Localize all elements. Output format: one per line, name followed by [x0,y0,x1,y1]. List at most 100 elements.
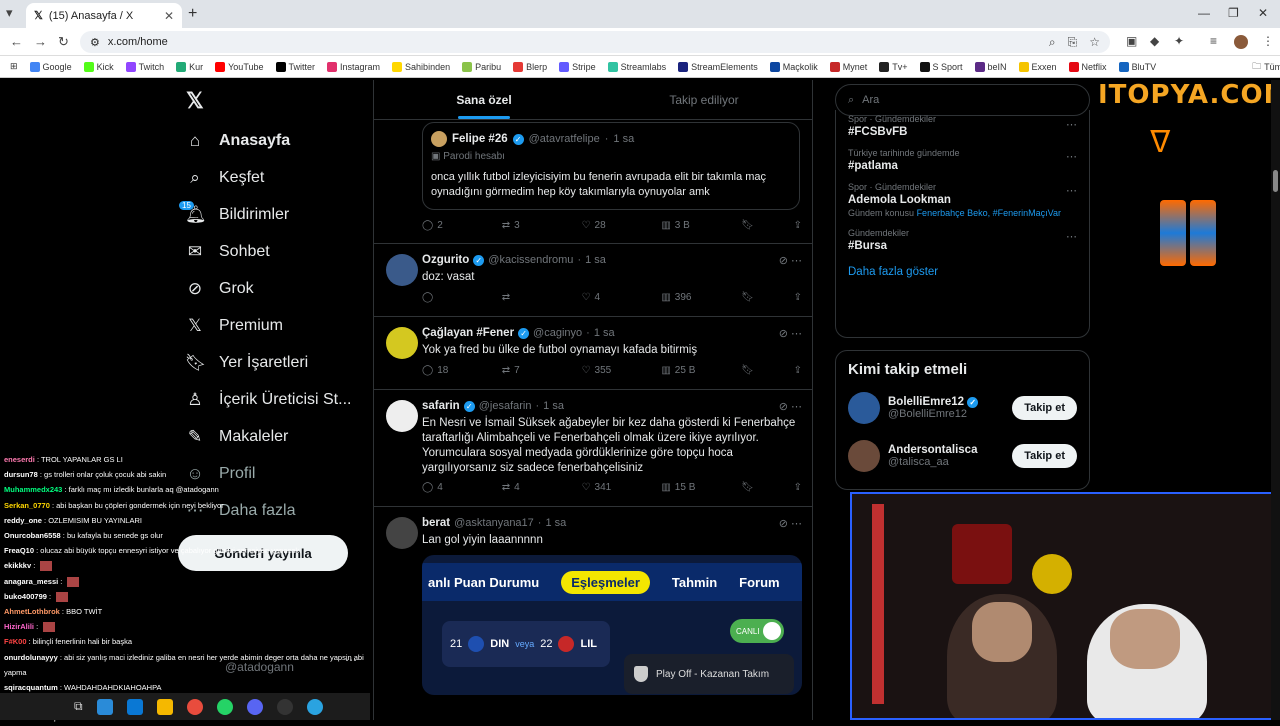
reply-button[interactable]: ◯ 18 [422,365,462,376]
app-icon[interactable] [306,698,323,715]
star-icon[interactable]: ☆ [1089,35,1100,50]
bookmark-item[interactable]: Twitter [275,61,315,72]
bookmark-icon[interactable]: 🔖︎ [741,365,754,376]
profile-avatar[interactable] [1234,35,1248,49]
bookmark-item[interactable]: Kick [83,61,114,72]
scrollbar[interactable] [1271,80,1280,720]
nav-premium[interactable]: 𝕏 Premium [185,307,365,344]
repost-button[interactable]: ⇄ 3 [502,220,542,231]
explorer-icon[interactable] [156,698,173,715]
tweet[interactable]: Ozgurito ✓ @kacissendromu · 1 sa ⊘ ⋯ doz: va… [374,244,812,317]
tweet[interactable]: safarin ✓ @jesafarin · 1 sa ⊘ ⋯ En Nesri ve … [374,390,812,507]
like-button[interactable]: ♡ 4 [582,292,622,303]
extension-icon[interactable]: ▣ [1126,34,1137,48]
bookmark-item[interactable]: Kur [176,61,203,72]
bookmark-item[interactable]: BluTV [1118,61,1156,72]
share-icon[interactable]: ⇪ [794,482,802,493]
nav-grok[interactable]: ⊘ Grok [185,270,365,307]
reply-button[interactable]: ◯ 4 [422,482,462,493]
obs-icon[interactable] [276,698,293,715]
bookmark-item[interactable]: Google [29,61,72,72]
tab-search-icon[interactable]: ▾ [6,5,13,21]
nav-creator-studio[interactable]: ♙ İçerik Üreticisi St... [185,381,365,418]
more-icon[interactable]: ⊘ ⋯ [779,327,802,340]
apps-grid-icon[interactable]: ⊞ [10,61,18,72]
minimize-icon[interactable]: — [1198,6,1210,20]
forward-icon[interactable]: → [34,34,47,49]
bookmark-item[interactable]: Mynet [829,61,867,72]
views-button[interactable]: ▥ 25 B [661,365,701,376]
like-button[interactable]: ♡ 28 [582,220,622,231]
trend-item[interactable]: Türkiye tarihinde gündemde #patlama ⋯ [836,142,1089,176]
x-logo-icon[interactable]: 𝕏 [186,88,204,114]
copilot-icon[interactable] [96,698,113,715]
bookmark-icon[interactable]: 🔖︎ [741,292,754,303]
omnibox[interactable]: ⚙ x.com/home ⌕ ⎘ ☆ [80,31,1110,53]
bookmark-item[interactable]: Paribu [462,61,501,72]
chrome-icon[interactable] [186,698,203,715]
bookmark-item[interactable]: Tv+ [879,61,908,72]
like-button[interactable]: ♡ 341 [582,482,622,493]
bookmark-item[interactable]: Exxen [1018,61,1057,72]
tab-following[interactable]: Takip ediliyor [594,80,812,119]
follow-suggestion[interactable]: Andersontalisca @talisca_aa Takip et [836,432,1089,480]
share-icon[interactable]: ⇪ [794,292,802,303]
browser-tab[interactable]: 𝕏 (15) Anasayfa / X ✕ [26,3,182,28]
edge-icon[interactable] [126,698,143,715]
reading-list-icon[interactable]: ≡ [1210,34,1217,48]
bookmark-item[interactable]: StreamElements [678,61,758,72]
install-icon[interactable]: ⎘ [1068,35,1078,50]
nav-chat[interactable]: ✉ Sohbet [185,233,365,270]
extensions-puzzle-icon[interactable]: ✦ [1174,34,1184,48]
close-tab-icon[interactable]: ✕ [164,9,174,23]
bookmark-item[interactable]: YouTube [215,61,264,72]
bookmark-item[interactable]: Twitch [125,61,164,72]
extension2-icon[interactable]: ◆ [1150,34,1159,48]
bookmark-item[interactable]: Instagram [327,61,380,72]
repost-button[interactable]: ⇄ 4 [502,482,542,493]
views-button[interactable]: ▥ 15 B [661,482,701,493]
trend-item[interactable]: Spor · Gündemdekiler Ademola Lookman Gün… [836,176,1089,222]
bookmark-item[interactable]: Netflix [1068,61,1107,72]
nav-articles[interactable]: ✎ Makaleler [185,418,365,455]
bookmark-icon[interactable]: 🔖︎ [741,220,754,231]
taskview-icon[interactable]: ⧉ [74,699,83,714]
back-icon[interactable]: ← [10,34,23,49]
maximize-icon[interactable]: ❐ [1228,6,1239,20]
tweet[interactable]: Çağlayan #Fener ✓ @caginyo · 1 sa ⊘ ⋯ Yok ya… [374,317,812,390]
share-icon[interactable]: ⇪ [794,365,802,376]
reload-icon[interactable]: ↻ [58,34,69,50]
reply-button[interactable]: ◯ [422,292,462,303]
bookmark-item[interactable]: S Sport [919,61,963,72]
repost-button[interactable]: ⇄ 7 [502,365,542,376]
bookmark-item[interactable]: Blerp [513,61,547,72]
follow-suggestion[interactable]: BolelliEmre12 ✓ @BolelliEmre12 Takip et [836,384,1089,432]
menu-icon[interactable]: ⋮ [1262,34,1274,48]
repost-button[interactable]: ⇄ [502,292,542,303]
like-button[interactable]: ♡ 355 [582,365,622,376]
site-info-icon[interactable]: ⚙ [90,36,100,49]
follow-button[interactable]: Takip et [1012,396,1077,420]
bookmark-icon[interactable]: 🔖︎ [741,482,754,493]
tab-for-you[interactable]: Sana özel [374,80,594,119]
zoom-icon[interactable]: ⌕ [1049,35,1056,50]
share-icon[interactable]: ⇪ [794,220,802,231]
quoted-tweet[interactable]: Felipe #26 ✓ @atavratfelipe · 1 sa ▣ Par… [422,122,800,210]
nav-home[interactable]: ⌂ Anasayfa [185,122,365,159]
follow-button[interactable]: Takip et [1012,444,1077,468]
trend-item[interactable]: Gündemdekiler #Bursa ⋯ [836,222,1089,256]
more-icon[interactable]: ⊘ ⋯ [779,400,802,413]
nav-notifications[interactable]: 🔔︎ 15 Bildirimler [179,196,365,233]
nav-bookmarks[interactable]: 🔖︎ Yer İşaretleri [185,344,365,381]
trend-item[interactable]: Spor · Gündemdekiler #FCSBvFB ⋯ [836,110,1089,142]
close-window-icon[interactable]: ✕ [1258,6,1268,20]
show-more-link[interactable]: Daha fazla göster [836,256,1089,288]
views-button[interactable]: ▥ 396 [661,292,701,303]
whatsapp-icon[interactable] [216,698,233,715]
bookmark-item[interactable]: beIN [974,61,1007,72]
bookmark-item[interactable]: Stripe [559,61,596,72]
new-tab-button[interactable]: + [188,5,197,23]
more-icon[interactable]: ⊘ ⋯ [779,254,802,267]
bookmark-item[interactable]: Streamlabs [607,61,666,72]
bookmark-item[interactable]: Sahibinden [392,61,450,72]
